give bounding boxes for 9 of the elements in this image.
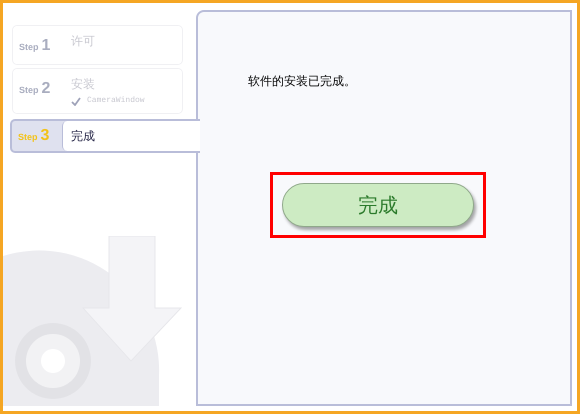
step-label: Step (18, 131, 38, 144)
step-label: Step (19, 84, 39, 97)
finish-button[interactable]: 完成 (282, 183, 474, 227)
step-title: 完成 (71, 128, 95, 145)
step-number: 2 (42, 79, 50, 99)
completion-message: 软件的安装已完成。 (248, 73, 356, 90)
step-number: 3 (40, 126, 50, 146)
step-label: Step (19, 41, 39, 54)
step-number: 1 (42, 36, 50, 56)
